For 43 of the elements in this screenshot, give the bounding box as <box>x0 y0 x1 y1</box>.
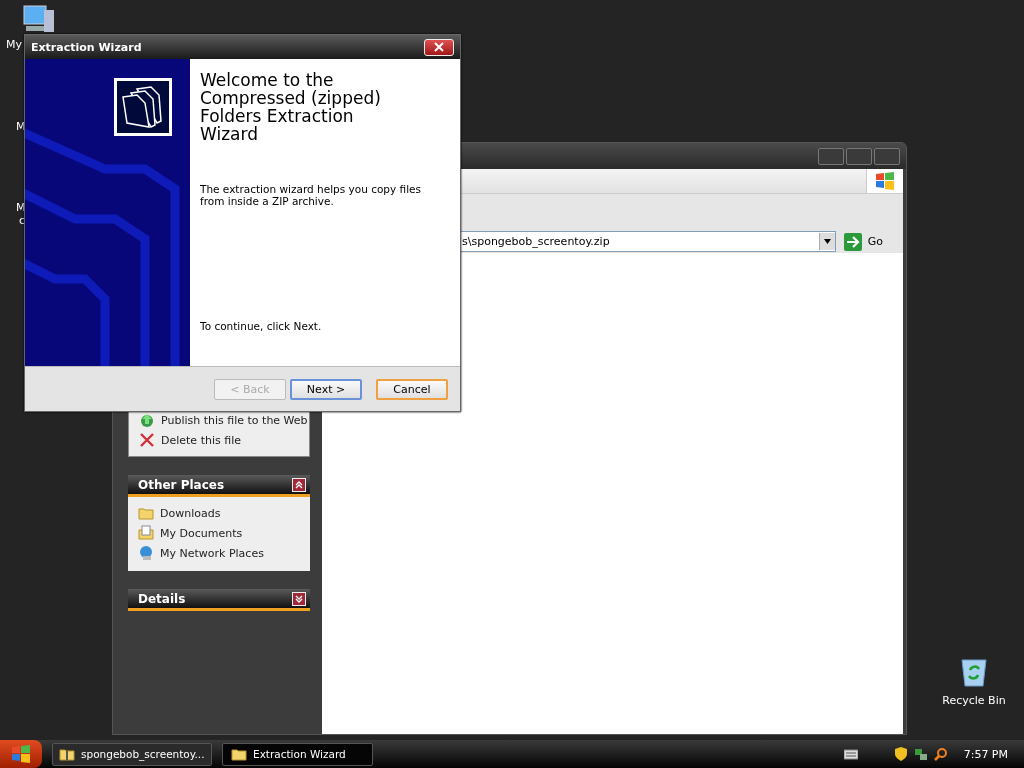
collapse-chevron-icon[interactable] <box>292 477 306 492</box>
taskbar-button[interactable]: spongebob_screentoy... <box>52 742 212 766</box>
search-icon[interactable] <box>933 747 948 761</box>
wizard-description: The extraction wizard helps you copy files from inside a ZIP archive. <box>200 183 423 207</box>
shield-icon[interactable] <box>893 747 908 761</box>
minimize-button[interactable] <box>818 147 844 165</box>
start-button[interactable] <box>0 740 42 768</box>
place-link[interactable]: Downloads <box>160 506 221 520</box>
windows-flag-icon <box>875 172 895 190</box>
desktop-icon-label[interactable]: c <box>19 214 26 227</box>
desktop-icon-label[interactable]: M <box>16 120 26 133</box>
computer-icon[interactable] <box>22 4 56 34</box>
task-link[interactable]: Delete this file <box>161 433 241 447</box>
folders-icon <box>114 78 172 136</box>
desktop-icon-label[interactable]: My <box>6 38 22 51</box>
task-link[interactable]: Publish this file to the Web <box>161 413 308 427</box>
clock: 7:57 PM <box>963 747 1008 761</box>
wizard-heading: Welcome to the Compressed (zipped) Folders Extraction Wizard <box>200 71 382 143</box>
taskbar-button[interactable]: Extraction Wizard <box>222 742 373 766</box>
recycle-bin-icon[interactable] <box>959 656 989 688</box>
wizard-button[interactable]: Next > <box>290 378 362 400</box>
place-link[interactable]: My Documents <box>160 526 243 540</box>
desktop-icon-label[interactable]: Recycle Bin <box>942 694 1006 707</box>
section-header[interactable]: Details <box>128 589 310 611</box>
section-header[interactable]: Other Places <box>128 475 310 497</box>
keyboard-icon[interactable] <box>843 747 858 761</box>
place-link[interactable]: My Network Places <box>160 546 264 560</box>
documents-folder-icon <box>138 525 154 541</box>
windows-flag-icon <box>11 745 31 763</box>
wizard-button[interactable]: Cancel <box>376 378 448 400</box>
window-title: Extraction Wizard <box>31 40 142 54</box>
desktop-icon-label[interactable]: M <box>16 201 26 214</box>
wizard-hint: To continue, click Next. <box>200 320 323 332</box>
network-icon[interactable] <box>913 747 928 761</box>
close-icon <box>434 42 444 52</box>
folder-icon <box>138 505 154 521</box>
maximize-button[interactable] <box>846 147 872 165</box>
folder-icon <box>231 746 247 762</box>
zipped-folder-icon <box>59 746 75 762</box>
go-button[interactable]: Go <box>839 232 887 251</box>
delete-icon <box>139 432 155 448</box>
expand-chevron-icon[interactable] <box>292 591 306 606</box>
network-globe-icon <box>138 545 154 561</box>
